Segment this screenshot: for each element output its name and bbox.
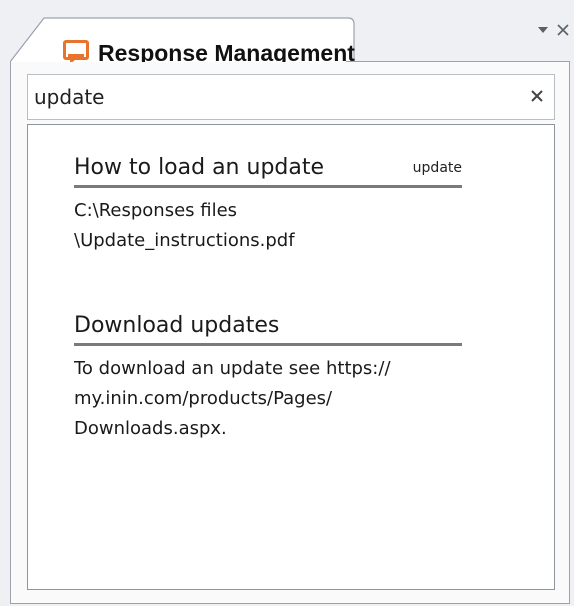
close-icon (531, 90, 543, 102)
result-header: How to load an update update (74, 147, 462, 188)
result-title-link[interactable]: How to load an update (74, 155, 324, 180)
pane-actions (536, 22, 570, 36)
clear-search-button[interactable] (526, 85, 548, 107)
tab-response-management[interactable]: Response Management (10, 17, 356, 66)
result-title-link[interactable]: Download updates (74, 313, 279, 338)
list-item: Download updates To download an update s… (74, 305, 462, 444)
result-body: C:\Responses files \Update_instructions.… (74, 200, 295, 251)
list-item: How to load an update update C:\Response… (74, 147, 462, 256)
result-header: Download updates (74, 305, 462, 346)
chevron-down-icon[interactable] (536, 22, 550, 36)
close-icon[interactable] (556, 22, 570, 36)
search-input[interactable] (34, 81, 514, 113)
response-management-pane: Response Management update How to load a… (0, 0, 574, 606)
result-body: To download an update see https:// my.in… (74, 358, 391, 439)
tab-strip: Response Management (0, 0, 574, 66)
results-list: How to load an update update C:\Response… (27, 124, 555, 590)
search-box (27, 74, 555, 120)
result-keyword-badge: update (412, 160, 462, 176)
panel-body: How to load an update update C:\Response… (10, 62, 570, 604)
